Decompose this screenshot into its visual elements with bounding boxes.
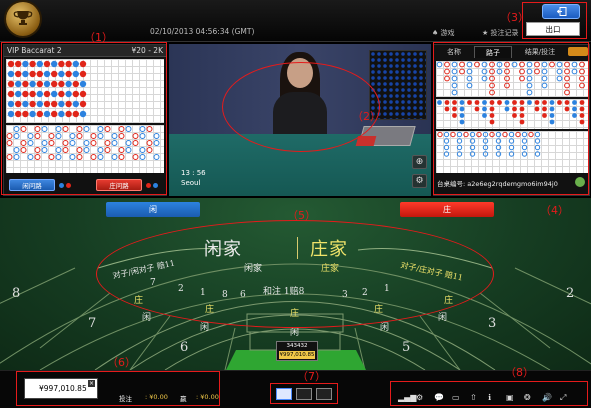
chip-amount: ¥997,010.85 xyxy=(279,351,315,359)
annotation-4: （4） xyxy=(540,204,569,217)
annotation-6: （6） xyxy=(107,356,136,369)
annotation-box-4 xyxy=(433,42,589,195)
video-local-time: 13 : 56 xyxy=(181,169,206,177)
annotation-box-7 xyxy=(270,383,338,404)
annotation-2: （2） xyxy=(352,110,381,123)
datetime-display: 02/10/2013 04:56:34 (GMT) xyxy=(150,27,255,36)
annotation-box-6 xyxy=(16,371,220,406)
annotation-box-3 xyxy=(522,2,587,39)
seat-number: 2 xyxy=(566,286,575,301)
annotation-ellipse-5 xyxy=(96,220,494,328)
annotation-box-8 xyxy=(390,381,588,406)
annotation-8: （8） xyxy=(505,366,534,379)
player-spot[interactable]: 闲 xyxy=(142,310,151,323)
casino-logo xyxy=(6,2,40,36)
annotation-ellipse-2 xyxy=(222,62,380,152)
seat-number: 8 xyxy=(12,286,21,301)
seat-number: 5 xyxy=(402,340,411,355)
nav-games-link[interactable]: ♠ 游戏 xyxy=(432,28,455,38)
chip-code: 343432 xyxy=(286,343,308,349)
seat-number: 6 xyxy=(180,340,189,355)
chip-stack[interactable]: 343432 ¥997,010.85 xyxy=(276,341,318,361)
video-settings-icon[interactable]: ⚙ xyxy=(412,174,427,188)
nav-bet-history-link[interactable]: ★ 投注记录 xyxy=(482,28,519,38)
annotation-7: （7） xyxy=(297,370,326,383)
player-spot[interactable]: 闲 xyxy=(438,310,447,323)
annotation-box-1 xyxy=(1,42,167,195)
seat-number: 7 xyxy=(88,316,97,331)
video-location: Seoul xyxy=(181,179,201,187)
zoom-icon[interactable]: ⊕ xyxy=(412,155,427,169)
seat-number: 3 xyxy=(488,316,497,331)
